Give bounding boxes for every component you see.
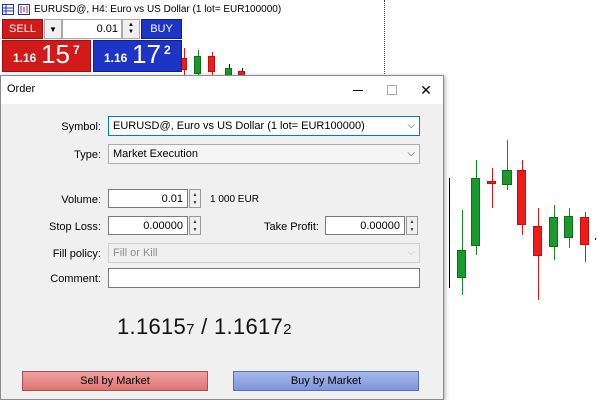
spin-up-icon[interactable]: ▲ <box>128 22 134 29</box>
buy-price-sup: 2 <box>164 43 171 57</box>
candle <box>457 210 466 295</box>
ask-price-small: 2 <box>283 321 292 338</box>
maximize-button <box>375 76 409 104</box>
sell-by-market-button[interactable]: Sell by Market <box>22 371 208 391</box>
minimize-icon <box>353 89 363 91</box>
take-profit-input[interactable]: 0.00000 <box>325 216 405 235</box>
price-separator: / <box>194 314 214 339</box>
volume-spinner[interactable]: ▲ ▼ <box>122 19 140 39</box>
candle <box>487 168 496 208</box>
volume-input[interactable]: 0.01 <box>108 189 188 208</box>
fill-policy-select: Fill or Kill ⌵ <box>108 243 420 263</box>
symbol-label: Symbol: <box>61 121 101 133</box>
bid-ask-prices: 1.16157 / 1.16172 <box>117 314 292 340</box>
candle <box>517 160 526 235</box>
candle <box>533 208 542 300</box>
chevron-down-icon: ⌵ <box>407 247 415 258</box>
spin-up-icon[interactable]: ▲ <box>193 218 198 226</box>
volume-stepper[interactable]: ▲ ▼ <box>189 189 201 208</box>
stop-loss-stepper[interactable]: ▲ ▼ <box>189 216 201 235</box>
candle <box>194 50 201 78</box>
bid-price-main: 1.1615 <box>117 314 187 339</box>
fill-policy-value: Fill or Kill <box>113 247 158 259</box>
candle <box>593 238 597 240</box>
one-click-buy-button[interactable]: BUY <box>141 19 182 39</box>
volume-label: Volume: <box>61 194 101 206</box>
symbol-select[interactable]: EURUSD@, Euro vs US Dollar (1 lot= EUR10… <box>108 116 420 136</box>
spin-down-icon[interactable]: ▼ <box>193 199 198 207</box>
chart-icon[interactable] <box>18 3 30 15</box>
symbol-value: EURUSD@, Euro vs US Dollar (1 lot= EUR10… <box>113 120 365 132</box>
candle <box>502 140 512 190</box>
type-label: Type: <box>74 149 101 161</box>
take-profit-label: Take Profit: <box>263 221 319 233</box>
volume-unit: 1 000 EUR <box>210 194 259 205</box>
sell-price-sup: 7 <box>73 43 80 57</box>
volume-dropdown-button[interactable]: ▼ <box>44 19 62 39</box>
ask-price-main: 1.1617 <box>214 314 284 339</box>
chart-title: EURUSD@, H4: Euro vs US Dollar (1 lot= E… <box>34 3 282 15</box>
chart-header: EURUSD@, H4: Euro vs US Dollar (1 lot= E… <box>2 2 281 16</box>
bid-price-small: 7 <box>186 321 195 338</box>
spin-down-icon[interactable]: ▼ <box>193 226 198 234</box>
comment-input[interactable] <box>108 268 420 288</box>
fill-policy-label: Fill policy: <box>52 248 101 260</box>
candle <box>444 178 454 288</box>
candle <box>564 208 573 248</box>
one-click-buy-price[interactable]: 1.16 17 2 <box>93 39 182 72</box>
spin-up-icon[interactable]: ▲ <box>193 191 198 199</box>
table-icon[interactable] <box>2 3 14 15</box>
chevron-down-icon: ▼ <box>49 24 57 34</box>
candle <box>580 212 589 262</box>
chevron-down-icon: ⌵ <box>407 120 415 131</box>
type-select[interactable]: Market Execution ⌵ <box>108 144 420 164</box>
chevron-down-icon: ⌵ <box>407 148 415 159</box>
sell-price-prefix: 1.16 <box>13 51 37 65</box>
spin-up-icon[interactable]: ▲ <box>410 218 415 226</box>
maximize-icon <box>387 85 397 95</box>
spin-down-icon[interactable]: ▼ <box>128 29 134 36</box>
stop-loss-input[interactable]: 0.00000 <box>108 216 188 235</box>
one-click-sell-button[interactable]: SELL <box>2 19 43 39</box>
close-button[interactable]: ✕ <box>409 76 443 104</box>
buy-price-main: 17 <box>132 39 161 69</box>
spin-down-icon[interactable]: ▼ <box>410 226 415 234</box>
type-value: Market Execution <box>113 148 198 160</box>
stop-loss-label: Stop Loss: <box>49 221 101 233</box>
dialog-title: Order <box>7 83 36 95</box>
buy-price-prefix: 1.16 <box>104 51 128 65</box>
close-icon: ✕ <box>420 81 432 98</box>
dialog-titlebar[interactable]: Order ✕ <box>1 76 443 104</box>
buy-by-market-button[interactable]: Buy by Market <box>233 371 419 391</box>
one-click-sell-price[interactable]: 1.16 15 7 <box>2 39 91 72</box>
one-click-volume-input[interactable]: 0.01 <box>62 19 122 39</box>
candle <box>549 205 558 260</box>
sell-price-main: 15 <box>41 39 70 69</box>
comment-label: Comment: <box>50 273 101 285</box>
candle <box>471 160 480 255</box>
take-profit-stepper[interactable]: ▲ ▼ <box>406 216 418 235</box>
order-dialog: Order ✕ Symbol: EURUSD@, Euro vs US Doll… <box>0 75 444 400</box>
minimize-button[interactable] <box>341 76 375 104</box>
